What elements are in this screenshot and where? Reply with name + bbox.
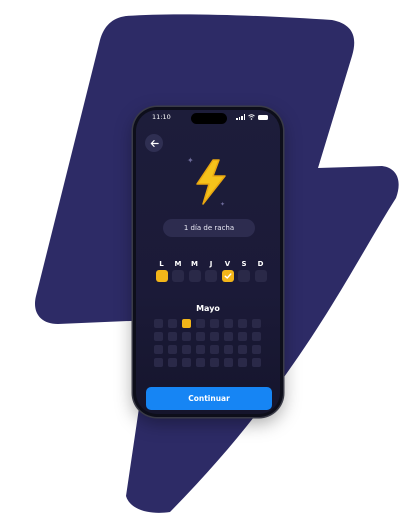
week-day-letter: L [159,260,164,268]
week-day-box [238,270,250,282]
calendar-day-cell [238,332,247,341]
week-day: J [205,259,218,282]
week-day: S [238,259,251,282]
streak-badge: 1 día de racha [163,219,255,237]
week-day-letter: M [174,260,182,268]
calendar-day-cell [210,319,219,328]
week-day-box [188,270,201,282]
calendar-day-cell [252,358,261,367]
calendar-day-cell [252,319,261,328]
battery-icon [258,114,268,120]
calendar-day-cell [196,345,205,354]
calendar-day-cell [238,345,247,354]
week-day-letter: J [209,260,213,268]
calendar-day-cell [182,332,191,341]
calendar-day-cell [196,332,205,341]
calendar-day-cell [168,358,177,367]
calendar-day-cell [252,345,261,354]
phone-mockup: 11:10 ✦ ✦ 1 día de racha L M M J V S D M… [133,107,283,417]
calendar-day-cell [154,319,163,328]
lightning-bolt-icon [196,159,226,205]
calendar-day-cell [210,332,219,341]
calendar-day-cell [210,358,219,367]
wifi-icon [248,114,255,120]
calendar-day-cell [224,319,233,328]
calendar-day-cell [168,332,177,341]
signal-icon [236,114,245,120]
week-day: M [188,259,201,282]
status-icons [236,114,268,120]
week-day-letter: M [191,260,198,268]
calendar-day-cell [238,319,247,328]
calendar-day-cell [168,345,177,354]
status-time: 11:10 [152,113,171,121]
calendar-day-cell [182,345,191,354]
status-bar: 11:10 [136,110,280,126]
check-icon [224,273,231,279]
week-day-box [221,270,234,282]
week-tracker: LMMJVSD [155,259,267,282]
calendar-day-cell [196,358,205,367]
month-title: Mayo [196,304,220,313]
streak-screen: 11:10 ✦ ✦ 1 día de racha L M M J V S D M… [136,110,280,414]
calendar-day-cell [154,332,163,341]
week-day-letter: S [241,260,247,268]
week-day: M [172,259,185,282]
week-day-letter: D [257,260,264,268]
calendar-day-cell [154,358,163,367]
continue-button[interactable]: Continuar [146,387,272,410]
calendar-day-cell [182,319,191,328]
month-calendar [154,319,261,367]
calendar-day-cell [168,319,177,328]
calendar-day-cell [224,332,233,341]
calendar-day-cell [210,345,219,354]
week-day-box [155,270,168,282]
calendar-day-cell [224,358,233,367]
calendar-day-cell [238,358,247,367]
back-arrow-icon [150,139,159,147]
calendar-day-cell [196,319,205,328]
dynamic-island [191,113,227,124]
calendar-day-cell [224,345,233,354]
calendar-day-cell [182,358,191,367]
week-day-letter: V [224,260,231,268]
calendar-day-cell [154,345,163,354]
week-day: V [221,259,234,282]
week-day-box [172,270,184,282]
week-day-box [205,270,217,282]
back-button[interactable] [145,134,163,152]
week-day: L [155,259,168,282]
week-day: D [254,259,267,282]
week-day-box [254,270,267,282]
calendar-day-cell [252,332,261,341]
